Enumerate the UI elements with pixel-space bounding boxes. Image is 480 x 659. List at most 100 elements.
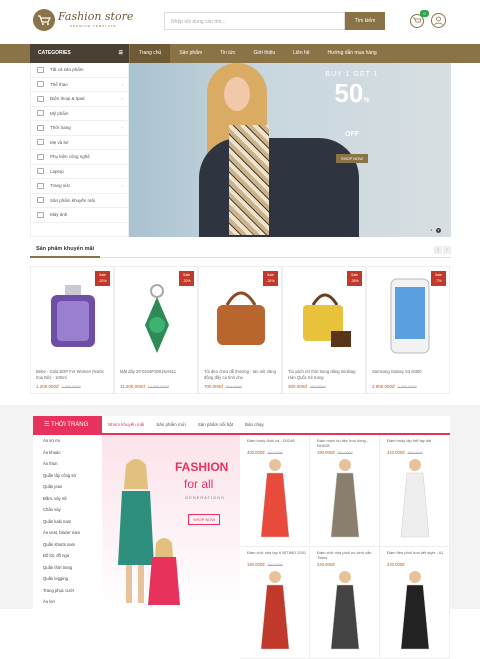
product-image[interactable]	[375, 275, 443, 357]
sidebar-item[interactable]: Laptop	[31, 165, 128, 179]
nav-item[interactable]: Hướng dẫn mua hàng	[319, 44, 386, 63]
category-icon	[37, 124, 44, 131]
product-name[interactable]: Túi đeo chéo dễ thương - tao nét năng độ…	[204, 369, 278, 380]
subcategory-link[interactable]: Chân váy	[33, 504, 102, 516]
fashion-product-card[interactable]: Đầm chữ nhà phối no xinh xắn Twins 240.00…	[310, 547, 380, 659]
product-name[interactable]: Đầm maxi du tiệc hoa hồng - NH028	[317, 438, 379, 448]
product-card[interactable]: Sale -24% Túi đeo chéo dễ thương - tao nét…	[198, 266, 282, 394]
brand-name[interactable]: Fashion store	[58, 10, 133, 23]
fashion-product-card[interactable]: Đầm đen phối hoa tiết style - A1 220.000đ	[380, 547, 450, 659]
sidebar-item[interactable]: Trang sức ›	[31, 179, 128, 194]
current-price: 310.000đ	[387, 450, 405, 455]
chevron-right-icon: ›	[121, 125, 123, 130]
product-image[interactable]	[39, 275, 107, 357]
current-price: 300.000đ	[288, 384, 307, 389]
categories-header[interactable]: CATEGORIES ☰	[30, 44, 129, 63]
search-button[interactable]: Tìm kiếm	[345, 12, 385, 30]
nav-item[interactable]: Tin tức	[211, 44, 244, 63]
slider-dot-active[interactable]: 2	[436, 228, 441, 233]
product-image[interactable]	[397, 569, 433, 657]
tab-0[interactable]: Nhóm khuyến mãi	[102, 416, 150, 433]
subcategory-link[interactable]: Quần jean	[33, 481, 102, 493]
sidebar-item[interactable]: Phụ kiện công nghệ	[31, 150, 128, 165]
product-card[interactable]: Sale -20% Mặt dây 20-0216P3001NA611 11.200.…	[114, 266, 198, 394]
sale-badge-percent: -7%	[435, 279, 442, 283]
fashion-section-header[interactable]: ☰ THỜI TRANG	[33, 416, 102, 435]
tab-2[interactable]: Sản phẩm nổi bật	[192, 416, 239, 433]
tab-3[interactable]: Bán chạy	[239, 416, 270, 433]
subcategory-link[interactable]: Quần tây công sở	[33, 470, 102, 482]
subcategory-link[interactable]: Áo vest, blazer nam	[33, 527, 102, 539]
product-name[interactable]: Đầm đen phối hoa tiết style - A1	[387, 550, 449, 555]
old-price: 260.000đ	[267, 563, 283, 567]
subcategory-link[interactable]: Áo sơ mi	[33, 435, 102, 447]
sidebar-item-label: Mẹ và bé	[50, 139, 69, 145]
product-image[interactable]	[327, 457, 363, 545]
subcategory-link[interactable]: Áo thun	[33, 458, 102, 470]
old-price: 920.000đ	[225, 385, 242, 389]
product-image[interactable]	[123, 275, 191, 357]
sidebar-item[interactable]: Máy ảnh	[31, 208, 128, 223]
fashion-product-card[interactable]: Đầm maxi du tiệc hoa hồng - NH028 190.000…	[310, 435, 380, 547]
product-name[interactable]: Đầm body lập thể tay dài	[387, 438, 449, 443]
subcategory-link[interactable]: Trang phục cưới	[33, 585, 102, 597]
product-name[interactable]: Đầm body đuôi cá - D0248	[247, 438, 309, 443]
next-arrow-icon[interactable]: ›	[443, 246, 451, 254]
current-price: 11.200.000đ	[120, 384, 145, 389]
fashion-shop-now-button[interactable]: SHOP NOW	[188, 514, 221, 525]
product-image[interactable]	[327, 569, 363, 657]
product-name[interactable]: Mặt dây 20-0216P3001NA611	[120, 369, 194, 375]
section-underline	[30, 256, 100, 258]
sale-badge: Sale -28%	[347, 271, 362, 286]
nav-item[interactable]: Giới thiệu	[245, 44, 285, 63]
sale-badge-percent: -20%	[98, 279, 107, 283]
product-image[interactable]	[397, 457, 433, 545]
product-card[interactable]: Sale -28% Túi xách nữ thời trang dáng mini…	[282, 266, 366, 394]
subcategory-link[interactable]: Áo khoác	[33, 447, 102, 459]
product-name[interactable]: Bebe - Gold EDP For Women (Nước hoa Nữ) …	[36, 369, 110, 380]
product-image[interactable]	[257, 569, 293, 657]
fashion-product-card[interactable]: Đầm body lập thể tay dài 310.000đ 360.000đ	[380, 435, 450, 547]
sidebar-item[interactable]: Thời trang ›	[31, 121, 128, 136]
current-price: 1.200.000đ	[36, 384, 59, 389]
subcategory-link[interactable]: Quần kaki nam	[33, 516, 102, 528]
sidebar-item[interactable]: Điện thoại & Ipad ›	[31, 92, 128, 107]
subcategory-link[interactable]: Quần shorts nam	[33, 539, 102, 551]
product-image[interactable]	[207, 275, 275, 357]
subcategory-link[interactable]: Quần legging	[33, 573, 102, 585]
slider-dot[interactable]: 1	[429, 228, 434, 233]
product-name[interactable]: Túi xách nữ thời trang dáng minibag Hàn …	[288, 369, 362, 380]
subcategory-link[interactable]: Đầm, váy nữ	[33, 493, 102, 505]
search-input[interactable]: Nhập nội dung cần tìm...	[164, 12, 345, 30]
hero-banner[interactable]: BUY 1 GET 1 50% OFF SHOP NOW 1 2	[129, 63, 451, 237]
tab-1[interactable]: Sản phẩm mới	[150, 416, 191, 433]
cart-logo-icon[interactable]	[33, 9, 55, 31]
fashion-product-card[interactable]: Đầm body đuôi cá - D0248 400.000đ 450.000đ	[240, 435, 310, 547]
sidebar-item[interactable]: Mỹ phẩm	[31, 107, 128, 121]
product-card[interactable]: Sale -20% Bebe - Gold EDP For Women (Nước …	[30, 266, 114, 394]
user-icon[interactable]	[431, 13, 446, 28]
subcategory-link[interactable]: Quần thời trang	[33, 562, 102, 574]
sidebar-item[interactable]: Tất cả sản phẩm	[31, 63, 128, 78]
promo-box: BUY 1 GET 1 50% OFF SHOP NOW	[322, 71, 382, 163]
product-image[interactable]	[291, 275, 359, 357]
product-name[interactable]: Samsung Galaxy S3 i9300	[372, 369, 446, 375]
prev-arrow-icon[interactable]: ‹	[434, 246, 442, 254]
nav-item[interactable]: Trang chủ	[130, 44, 171, 63]
subcategory-link[interactable]: Đồ lót, đồ ngủ	[33, 550, 102, 562]
product-name[interactable]: Đầm chữ nhà phối no xinh xắn Twins	[317, 550, 379, 560]
product-image[interactable]	[257, 457, 293, 545]
fashion-product-card[interactable]: Đầm chữ nhà tay ô NITIMO 2001 190.000đ 260…	[240, 547, 310, 659]
sidebar-item[interactable]: Thể thao ›	[31, 78, 128, 92]
fashion-banner[interactable]: FASHION for all GENERATIONS SHOP NOW	[102, 435, 240, 609]
sidebar-item[interactable]: Sản phẩm khuyến mãi	[31, 194, 128, 208]
shop-now-button[interactable]: SHOP NOW	[335, 154, 369, 163]
chevron-right-icon: ›	[121, 96, 123, 101]
sidebar-item[interactable]: Mẹ và bé	[31, 136, 128, 150]
product-card[interactable]: Sale -7% Samsung Galaxy S3 i9300 3.900.000đ…	[366, 266, 450, 394]
nav-item[interactable]: Liên hệ	[284, 44, 318, 63]
product-name[interactable]: Đầm chữ nhà tay ô NITIMO 2001	[247, 550, 309, 555]
subcategory-link[interactable]: Áo len	[33, 596, 102, 608]
hamburger-icon[interactable]: ☰	[119, 44, 123, 63]
nav-item[interactable]: Sản phẩm	[170, 44, 211, 63]
